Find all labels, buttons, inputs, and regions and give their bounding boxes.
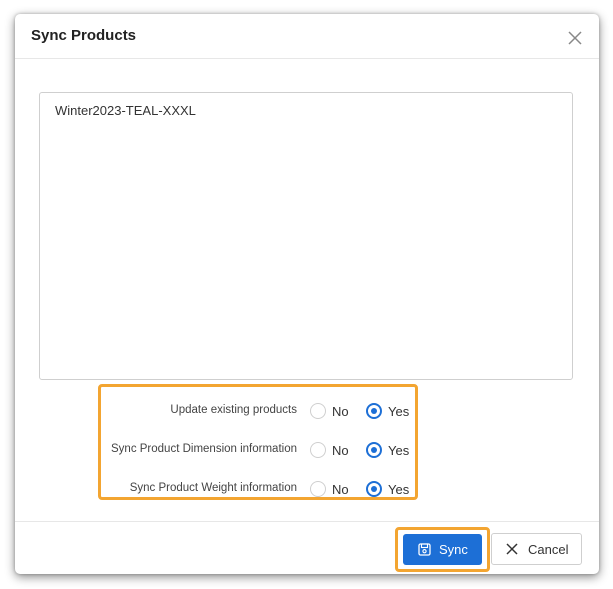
radio-no-label[interactable]: No <box>332 404 349 419</box>
option-label: Sync Product Dimension information <box>111 443 297 455</box>
sync-products-dialog: Sync Products Update existing products N… <box>15 14 599 574</box>
radio-no-label[interactable]: No <box>332 443 349 458</box>
option-row-sync-weight: Sync Product Weight information No Yes <box>101 479 415 499</box>
radio-yes-label[interactable]: Yes <box>388 482 409 497</box>
sync-button-label: Sync <box>439 542 468 557</box>
option-label: Sync Product Weight information <box>129 482 297 494</box>
option-row-update-existing: Update existing products No Yes <box>101 401 415 421</box>
radio-no[interactable] <box>310 481 326 497</box>
option-label: Update existing products <box>170 404 297 416</box>
sync-options-group: Update existing products No Yes Sync Pro… <box>98 384 418 500</box>
radio-yes[interactable] <box>366 403 382 419</box>
save-icon <box>418 543 431 556</box>
radio-no-label[interactable]: No <box>332 482 349 497</box>
cancel-button[interactable]: Cancel <box>491 533 582 565</box>
close-icon <box>568 31 582 45</box>
radio-yes[interactable] <box>366 481 382 497</box>
radio-yes[interactable] <box>366 442 382 458</box>
dialog-title: Sync Products <box>31 27 137 44</box>
radio-no[interactable] <box>310 442 326 458</box>
sync-button[interactable]: Sync <box>403 534 482 565</box>
dialog-header: Sync Products <box>15 14 599 59</box>
cancel-button-label: Cancel <box>528 542 569 557</box>
option-row-sync-dimension: Sync Product Dimension information No Ye… <box>101 440 415 460</box>
radio-yes-label[interactable]: Yes <box>388 443 409 458</box>
radio-yes-label[interactable]: Yes <box>388 404 409 419</box>
close-icon <box>506 543 518 555</box>
close-button[interactable] <box>567 30 583 46</box>
radio-no[interactable] <box>310 403 326 419</box>
products-textarea[interactable] <box>39 92 573 380</box>
